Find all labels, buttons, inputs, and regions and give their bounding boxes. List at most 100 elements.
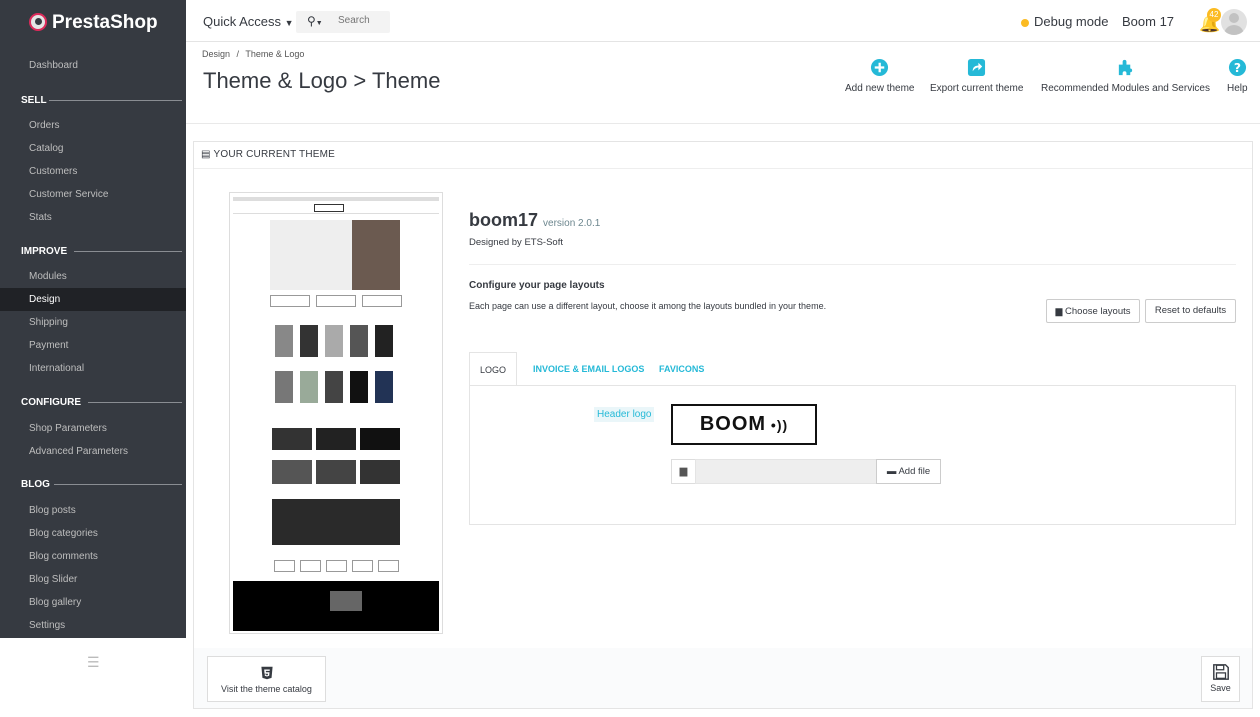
debug-mode-link[interactable]: Debug mode: [1034, 14, 1108, 29]
help-button[interactable]: ? Help: [1227, 58, 1248, 94]
sidebar-section-improve: IMPROVE: [21, 246, 68, 257]
header-logo-label: Header logo: [594, 407, 655, 422]
export-theme-label: Export current theme: [930, 83, 1024, 94]
section-divider: [49, 100, 182, 101]
breadcrumb-current: Theme & Logo: [245, 49, 305, 59]
html5-icon: [260, 666, 273, 680]
quick-access-menu[interactable]: Quick Access ▼: [203, 14, 294, 29]
sidebar-item-blog-posts[interactable]: Blog posts: [29, 505, 76, 516]
logo-file-input[interactable]: [695, 459, 877, 484]
sidebar-item-blog-categories[interactable]: Blog categories: [29, 528, 98, 539]
search-icon[interactable]: ⚲▼: [307, 14, 323, 28]
theme-author: Designed by ETS-Soft: [469, 237, 563, 248]
sidebar: [0, 42, 186, 638]
export-theme-button[interactable]: Export current theme: [930, 58, 1023, 94]
section-divider: [88, 402, 182, 403]
sidebar-item-design[interactable]: Design: [29, 294, 60, 305]
quick-access-label: Quick Access: [203, 14, 282, 29]
sidebar-item-shipping[interactable]: Shipping: [29, 317, 68, 328]
brand-logo[interactable]: PrestaShop: [0, 0, 186, 42]
panel-heading: ▤ YOUR CURRENT THEME: [201, 149, 335, 160]
save-button[interactable]: Save: [1201, 656, 1240, 702]
sidebar-item-settings[interactable]: Settings: [29, 620, 65, 631]
avatar[interactable]: [1221, 9, 1247, 35]
breadcrumb: Design / Theme & Logo: [202, 49, 304, 59]
sidebar-section-configure: CONFIGURE: [21, 397, 81, 408]
panel-footer: [194, 648, 1252, 708]
caret-down-icon: ▼: [284, 18, 294, 28]
add-new-theme-label: Add new theme: [845, 83, 915, 94]
tab-invoice-email-logos[interactable]: INVOICE & EMAIL LOGOS: [533, 352, 644, 386]
choose-layouts-label: Choose layouts: [1065, 306, 1131, 317]
tab-favicons[interactable]: FAVICONS: [659, 352, 704, 386]
visit-theme-catalog-button[interactable]: Visit the theme catalog: [207, 656, 326, 702]
add-file-button[interactable]: ▬ Add file: [876, 459, 941, 484]
debug-status-dot: [1021, 19, 1029, 27]
section-divider: [469, 264, 1236, 265]
brand-name: PrestaShop: [52, 12, 158, 33]
sidebar-item-blog-gallery[interactable]: Blog gallery: [29, 597, 81, 608]
theme-version: version 2.0.1: [543, 218, 601, 229]
help-label: Help: [1227, 83, 1248, 94]
search-box[interactable]: ⚲▼: [296, 11, 390, 33]
choose-layouts-button[interactable]: ▆ Choose layouts: [1046, 299, 1140, 323]
file-icon: ▆: [671, 459, 696, 484]
sidebar-item-catalog[interactable]: Catalog: [29, 143, 63, 154]
menu-collapse-icon[interactable]: ☰: [87, 654, 100, 671]
puzzle-icon: [1118, 59, 1133, 76]
save-label: Save: [1210, 683, 1231, 693]
sidebar-section-blog: BLOG: [21, 479, 50, 490]
recommended-modules-button[interactable]: Recommended Modules and Services: [1041, 58, 1210, 94]
sidebar-item-advanced-parameters[interactable]: Advanced Parameters: [29, 446, 128, 457]
visit-theme-catalog-label: Visit the theme catalog: [221, 684, 312, 694]
reset-defaults-label: Reset to defaults: [1154, 305, 1227, 316]
notifications-badge: 42: [1207, 8, 1221, 22]
svg-text:?: ?: [1234, 61, 1241, 75]
breadcrumb-design-link[interactable]: Design: [202, 49, 230, 59]
sidebar-section-sell: SELL: [21, 95, 47, 106]
section-divider: [74, 251, 182, 252]
tab-logo[interactable]: LOGO: [469, 352, 517, 386]
add-file-label: Add file: [898, 466, 931, 477]
shop-name-link[interactable]: Boom 17: [1122, 14, 1174, 29]
page-title: Theme & Logo > Theme: [203, 68, 441, 93]
sidebar-item-customers[interactable]: Customers: [29, 166, 77, 177]
sidebar-item-payment[interactable]: Payment: [29, 340, 68, 351]
layouts-description: Each page can use a different layout, ch…: [469, 301, 827, 311]
panel-divider: [194, 168, 1252, 169]
plus-circle-icon: [871, 58, 889, 77]
sidebar-item-modules[interactable]: Modules: [29, 271, 67, 282]
theme-preview-image: [229, 192, 443, 634]
theme-name: boom17 version 2.0.1: [469, 210, 600, 231]
sidebar-item-shop-parameters[interactable]: Shop Parameters: [29, 423, 107, 434]
search-input[interactable]: [338, 15, 388, 26]
recommended-modules-label: Recommended Modules and Services: [1041, 83, 1210, 94]
sidebar-item-blog-slider[interactable]: Blog Slider: [29, 574, 77, 585]
puffin-logo-icon: [29, 13, 47, 31]
sidebar-item-customer-service[interactable]: Customer Service: [29, 189, 108, 200]
question-circle-icon: ?: [1228, 58, 1246, 77]
reset-defaults-button[interactable]: Reset to defaults: [1145, 299, 1236, 323]
theme-name-text: boom17: [469, 210, 539, 230]
folder-open-icon: ▬: [886, 466, 897, 477]
sidebar-item-dashboard[interactable]: Dashboard: [29, 60, 78, 71]
sidebar-item-stats[interactable]: Stats: [29, 212, 52, 223]
section-divider: [54, 484, 182, 485]
header-logo-preview: BOOM •)): [671, 404, 817, 445]
layouts-title: Configure your page layouts: [469, 280, 605, 291]
sidebar-footer: [0, 638, 186, 717]
share-icon: [968, 58, 986, 77]
logo-text: BOOM: [699, 413, 767, 435]
signal-icon: •)): [766, 417, 789, 433]
theme-heading-icon: ▤: [201, 149, 211, 160]
panel-heading-text: YOUR CURRENT THEME: [213, 149, 336, 160]
sidebar-item-orders[interactable]: Orders: [29, 120, 60, 131]
sidebar-active-highlight: [0, 288, 186, 311]
file-icon: ▆: [1055, 306, 1063, 316]
logo-tab-pane: [469, 385, 1236, 525]
add-new-theme-button[interactable]: Add new theme: [845, 58, 915, 94]
sidebar-item-international[interactable]: International: [29, 363, 84, 374]
floppy-disk-icon: [1212, 664, 1229, 680]
sidebar-item-blog-comments[interactable]: Blog comments: [29, 551, 98, 562]
breadcrumb-separator: /: [236, 49, 240, 59]
